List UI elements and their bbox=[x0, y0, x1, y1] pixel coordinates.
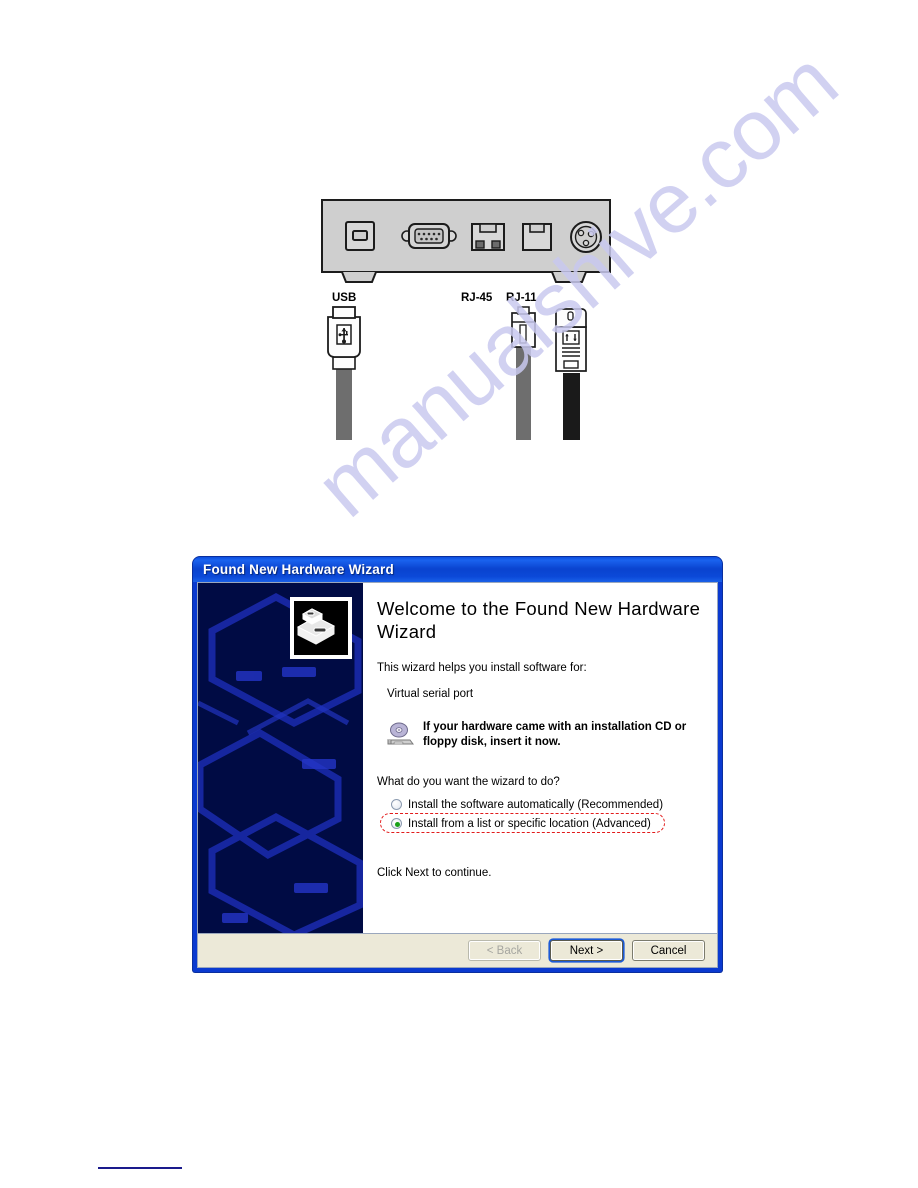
cancel-button[interactable]: Cancel bbox=[632, 940, 705, 961]
label-rj11: RJ-11 bbox=[506, 292, 537, 304]
page-bottom-rule bbox=[98, 1167, 182, 1169]
din-power-port-glyph bbox=[570, 221, 602, 253]
usb-b-port-glyph bbox=[345, 221, 375, 251]
cd-notice-row: If your hardware came with an installati… bbox=[385, 720, 705, 750]
option-label-install-automatically: Install the software automatically (Reco… bbox=[408, 798, 664, 811]
install-options-group: Install the software automatically (Reco… bbox=[380, 795, 705, 834]
label-rj45: RJ-45 bbox=[461, 292, 493, 304]
wizard-question: What do you want the wizard to do? bbox=[377, 776, 560, 789]
usb-b-cable-glyph bbox=[327, 306, 361, 444]
rj45-port-glyph bbox=[471, 223, 505, 251]
wizard-banner bbox=[198, 583, 363, 933]
radio-install-from-list[interactable] bbox=[391, 818, 402, 830]
dialog-title: Found New Hardware Wizard bbox=[203, 562, 394, 577]
label-usb: USB bbox=[332, 292, 357, 304]
cd-drive-icon bbox=[385, 721, 415, 749]
wizard-heading: Welcome to the Found New Hardware Wizard bbox=[377, 598, 701, 643]
device-rear-panel-figure bbox=[320, 198, 612, 290]
found-new-hardware-wizard-dialog: Found New Hardware Wizard Welcome to the… bbox=[193, 557, 722, 972]
usb-cable-glyph bbox=[555, 308, 587, 440]
hardware-wizard-icon bbox=[290, 597, 352, 659]
wizard-device-name: Virtual serial port bbox=[387, 687, 474, 700]
rj11-cable-glyph bbox=[511, 306, 536, 440]
cd-notice-text: If your hardware came with an installati… bbox=[423, 720, 687, 748]
wizard-footer-note: Click Next to continue. bbox=[377, 867, 492, 880]
option-install-automatically[interactable]: Install the software automatically (Reco… bbox=[391, 795, 705, 814]
dialog-button-bar: < Back Next > Cancel bbox=[197, 934, 718, 968]
wizard-content: Welcome to the Found New Hardware Wizard… bbox=[363, 583, 717, 933]
db9-serial-port-glyph bbox=[401, 223, 457, 249]
cable-labels: USB RJ-45 RJ-11 bbox=[320, 292, 612, 308]
rj11-port-glyph bbox=[522, 223, 552, 251]
next-button[interactable]: Next > bbox=[550, 940, 623, 961]
radio-install-automatically[interactable] bbox=[391, 799, 402, 811]
cables-figure bbox=[320, 305, 612, 444]
back-button[interactable]: < Back bbox=[468, 940, 541, 961]
option-install-from-list[interactable]: Install from a list or specific location… bbox=[391, 814, 705, 833]
dialog-titlebar: Found New Hardware Wizard bbox=[193, 557, 722, 582]
wizard-intro: This wizard helps you install software f… bbox=[377, 661, 587, 674]
document-page: USB RJ-45 RJ-11 manualshive.com Found Ne… bbox=[0, 0, 918, 1188]
dialog-body: Welcome to the Found New Hardware Wizard… bbox=[197, 582, 718, 934]
option-label-install-from-list: Install from a list or specific location… bbox=[408, 817, 651, 830]
